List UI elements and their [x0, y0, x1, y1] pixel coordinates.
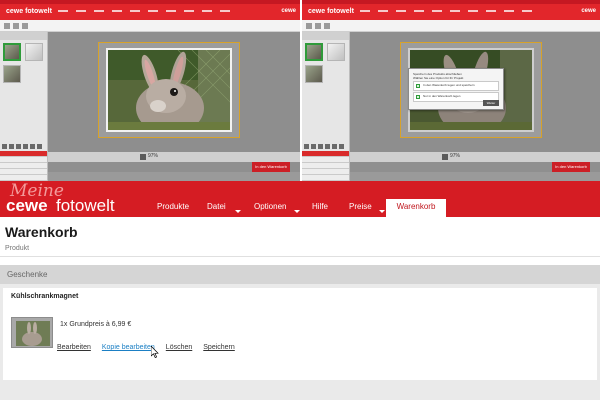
nav-produkte[interactable]: Produkte: [157, 202, 189, 211]
editor-add-to-cart-button[interactable]: In den Warenkorb: [252, 162, 290, 172]
editor-sidebar: [0, 32, 48, 181]
chevron-down-icon[interactable]: [235, 210, 241, 213]
dialog-ok-button[interactable]: Weiter: [483, 100, 499, 106]
divider: [0, 256, 600, 257]
chevron-down-icon[interactable]: [379, 210, 385, 213]
save-link[interactable]: Speichern: [203, 344, 235, 351]
editor-bottom-strip: [48, 172, 300, 181]
nav-datei[interactable]: Datei: [207, 202, 226, 211]
rabbit-photo-art: [108, 50, 230, 130]
editor-window-right: cewe fotowelt cewe Speichern des Produkt…: [300, 0, 600, 181]
edit-link[interactable]: Bearbeiten: [57, 344, 91, 351]
selection-frame[interactable]: [98, 42, 240, 138]
editor-canvas[interactable]: [48, 32, 300, 152]
editor-add-to-cart-button[interactable]: In den Warenkorb: [552, 162, 590, 172]
dialog-text: Wählen Sie eine Option für Ihr Projekt: [413, 76, 464, 80]
checkbox-icon[interactable]: [416, 84, 420, 88]
sidebar-photo-thumb-2[interactable]: [327, 43, 345, 61]
mouse-cursor-icon: [151, 346, 159, 358]
nav-optionen[interactable]: Optionen: [254, 202, 286, 211]
checkbox-icon[interactable]: [416, 95, 420, 99]
cart-group-header: Geschenke: [0, 265, 600, 284]
chevron-down-icon[interactable]: [294, 210, 300, 213]
sidebar-photo-thumb-2[interactable]: [25, 43, 43, 61]
editor-header: cewe fotowelt cewe: [302, 4, 600, 20]
editor-bottom-strip: [350, 172, 600, 181]
sidebar-tabs[interactable]: [0, 32, 47, 40]
cart-item: Kühlschrankmagnet 1x Grundpreis à 6,99 €: [3, 288, 597, 380]
cart-item-price: 1x Grundpreis à 6,99 €: [60, 321, 132, 328]
sidebar-photo-thumb-1[interactable]: [305, 43, 323, 61]
editor-toolbar[interactable]: [0, 20, 300, 32]
sidebar-section-list[interactable]: [302, 151, 349, 181]
editor-canvas[interactable]: Speichern des Produkts abschließen Wähle…: [350, 32, 600, 152]
editor-statusbar: 97%: [48, 152, 300, 162]
page-title: Warenkorb: [5, 224, 78, 240]
nav-warenkorb-label: Warenkorb: [396, 202, 436, 211]
rabbit-photo[interactable]: [106, 48, 232, 132]
nav-hilfe[interactable]: Hilfe: [312, 202, 328, 211]
sidebar-photo-thumb-3[interactable]: [3, 65, 21, 83]
magnet-preview-art: [12, 318, 52, 347]
nav-preise[interactable]: Preise: [349, 202, 372, 211]
zoom-controls[interactable]: [442, 154, 448, 160]
sidebar-tool-icons[interactable]: [304, 144, 344, 149]
zoom-controls[interactable]: [140, 154, 146, 160]
sidebar-photo-thumb-3[interactable]: [305, 65, 323, 83]
sidebar-tabs[interactable]: [302, 32, 349, 40]
page-subtitle: Produkt: [5, 245, 30, 252]
edit-copy-link[interactable]: Kopie bearbeiten: [102, 344, 155, 351]
editor-brand-right: cewe: [581, 8, 596, 14]
dialog-option-1-label: In den Warenkorb legen und speichern: [423, 83, 475, 87]
editor-brand: cewe fotowelt: [308, 8, 354, 15]
main-navigation: Produkte Datei Optionen Hilfe Preise: [0, 181, 600, 217]
editor-brand: cewe fotowelt: [6, 8, 52, 15]
cart-item-thumbnail: [11, 317, 53, 348]
sidebar-photo-thumb-1[interactable]: [3, 43, 21, 61]
screenshot-stage: cewe fotowelt cewe 97% In den Warenkorb …: [0, 0, 600, 400]
dialog-option-1[interactable]: In den Warenkorb legen und speichern: [413, 81, 499, 91]
editor-menu[interactable]: [360, 10, 532, 12]
editor-sidebar: [302, 32, 350, 181]
shop-header: Meine cewe fotowelt Produkte Datei Optio…: [0, 181, 600, 217]
sidebar-section-list[interactable]: [0, 151, 47, 181]
editor-menu[interactable]: [58, 10, 230, 12]
dialog-option-2-label: Nur in den Warenkorb legen: [423, 94, 461, 98]
save-options-dialog: Speichern des Produkts abschließen Wähle…: [408, 68, 504, 110]
delete-link[interactable]: Löschen: [166, 344, 192, 351]
zoom-level: 97%: [450, 153, 461, 159]
editor-brand-right: cewe: [281, 8, 296, 14]
editor-toolbar[interactable]: [302, 20, 600, 32]
sidebar-tool-icons[interactable]: [2, 144, 42, 149]
editor-window-left: cewe fotowelt cewe 97% In den Warenkorb: [0, 0, 300, 181]
cart-group-title: Geschenke: [7, 270, 48, 279]
cart-group-geschenke: Geschenke Kühlschrankmagnet 1x Grundprei…: [0, 265, 600, 400]
editor-header: cewe fotowelt cewe: [0, 4, 300, 20]
cart-item-name: Kühlschrankmagnet: [11, 293, 79, 300]
editor-statusbar: 97%: [350, 152, 600, 162]
nav-warenkorb-tab[interactable]: Warenkorb: [386, 199, 446, 219]
zoom-level: 97%: [148, 153, 159, 159]
